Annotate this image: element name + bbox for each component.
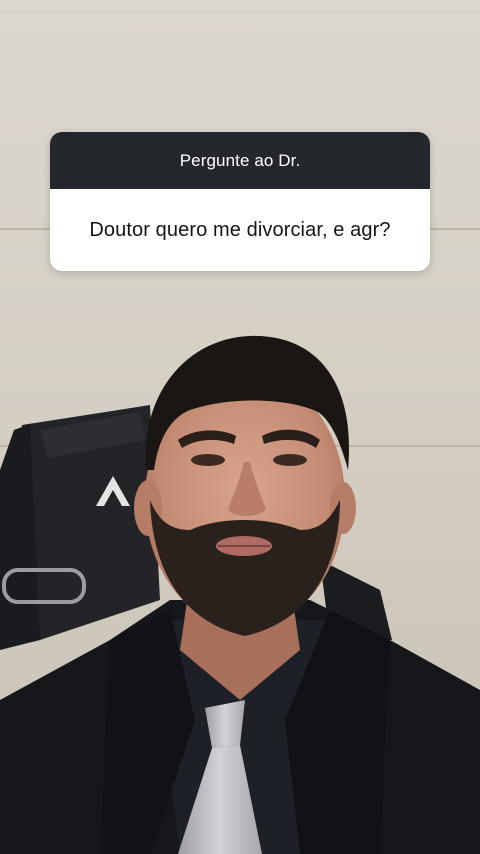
question-text: Doutor quero me divorciar, e agr? <box>89 218 391 241</box>
eye-right <box>273 454 307 466</box>
eye-left <box>191 454 225 466</box>
question-sticker-title: Pergunte ao Dr. <box>179 150 301 170</box>
tie-knot <box>205 700 245 748</box>
question-sticker-body: Doutor quero me divorciar, e agr? <box>50 189 430 271</box>
question-sticker-header: Pergunte ao Dr. <box>50 132 430 189</box>
question-sticker[interactable]: Pergunte ao Dr. Doutor quero me divorcia… <box>50 132 430 271</box>
background-video-frame <box>0 0 480 854</box>
